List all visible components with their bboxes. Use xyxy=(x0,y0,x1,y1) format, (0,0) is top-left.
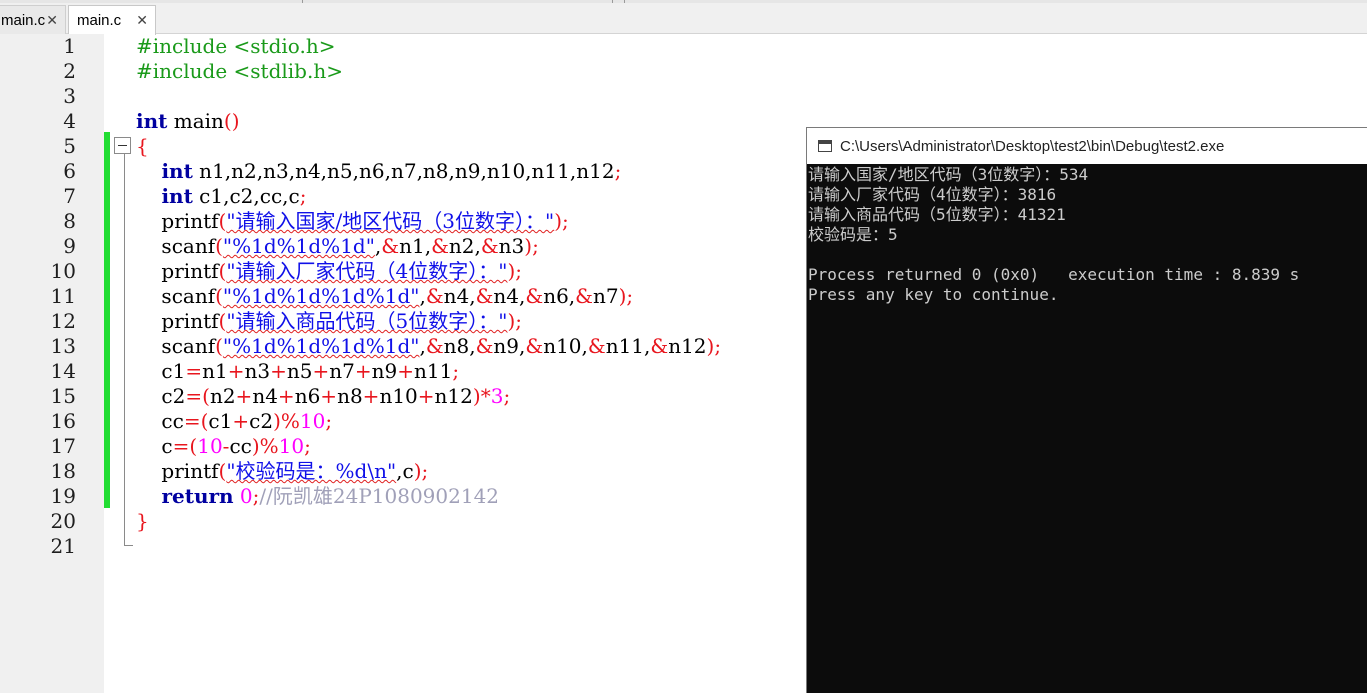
tab-label: main.c xyxy=(77,12,122,29)
line-number: 19 xyxy=(50,484,76,508)
code-line[interactable]: #include <stdio.h> xyxy=(136,34,335,59)
console-line: 请输入厂家代码（4位数字）：3816 xyxy=(808,185,1057,204)
line-number: 8 xyxy=(63,209,76,233)
console-app-icon xyxy=(818,140,832,152)
code-line[interactable]: printf("请输入厂家代码（4位数字）："); xyxy=(136,259,522,284)
top-strip-divider xyxy=(612,0,613,3)
line-number: 6 xyxy=(63,159,76,183)
close-icon[interactable]: ✕ xyxy=(46,12,58,29)
code-line[interactable]: scanf("%1d%1d%1d%1d",&n8,&n9,&n10,&n11,&… xyxy=(136,334,721,359)
code-line[interactable]: } xyxy=(136,509,149,534)
line-number: 4 xyxy=(63,109,76,133)
line-number: 10 xyxy=(50,259,76,283)
code-line[interactable]: { xyxy=(136,134,149,159)
line-number: 14 xyxy=(50,359,76,383)
code-line[interactable]: int n1,n2,n3,n4,n5,n6,n7,n8,n9,n10,n11,n… xyxy=(136,159,621,184)
line-number: 21 xyxy=(50,534,76,558)
code-line[interactable]: printf("请输入国家/地区代码（3位数字）："); xyxy=(136,209,568,234)
top-strip-divider xyxy=(302,0,303,3)
console-title-bar[interactable]: C:\Users\Administrator\Desktop\test2\bin… xyxy=(807,128,1367,164)
console-title: C:\Users\Administrator\Desktop\test2\bin… xyxy=(840,137,1225,155)
code-line[interactable]: int main() xyxy=(136,109,240,134)
line-number: 1 xyxy=(63,34,76,58)
console-window[interactable]: C:\Users\Administrator\Desktop\test2\bin… xyxy=(806,127,1367,693)
editor-tab-bar: main.c ✕ main.c ✕ xyxy=(0,0,1367,35)
line-number: 16 xyxy=(50,409,76,433)
line-number: 17 xyxy=(50,434,76,458)
line-number: 2 xyxy=(63,59,76,83)
tab-main-c-2[interactable]: main.c ✕ xyxy=(68,5,156,35)
line-number: 13 xyxy=(50,334,76,358)
fold-collapse-icon[interactable] xyxy=(114,137,131,154)
fold-guide-end xyxy=(124,545,133,546)
code-line[interactable]: return 0;//阮凯雄24P1080902142 xyxy=(136,484,499,509)
code-line[interactable]: #include <stdlib.h> xyxy=(136,59,343,84)
code-line[interactable]: int c1,c2,cc,c; xyxy=(136,184,306,209)
line-number: 7 xyxy=(63,184,76,208)
code-line[interactable]: printf("校验码是：%d\n",c); xyxy=(136,459,428,484)
tab-label: main.c xyxy=(1,11,46,29)
console-line: 校验码是：5 xyxy=(808,225,898,244)
tab-bar-top-strip xyxy=(0,0,1367,3)
code-line[interactable]: c=(10-cc)%10; xyxy=(136,434,310,459)
code-line[interactable]: scanf("%1d%1d%1d%1d",&n4,&n4,&n6,&n7); xyxy=(136,284,633,309)
console-line: 请输入国家/地区代码（3位数字）：534 xyxy=(808,165,1089,184)
top-strip-divider xyxy=(624,0,625,3)
line-number: 11 xyxy=(50,284,76,308)
modified-lines-marker xyxy=(104,132,110,508)
code-line[interactable]: scanf("%1d%1d%1d",&n1,&n2,&n3); xyxy=(136,234,538,259)
line-number-gutter: 1 2 3 4 5 6 7 8 9 10 11 12 13 14 15 16 17 18 19 20 21 xyxy=(0,34,104,693)
console-line: Process returned 0 (0x0) execution time … xyxy=(808,265,1300,284)
line-number: 3 xyxy=(63,84,76,108)
line-number: 9 xyxy=(63,234,76,258)
fold-guide-line xyxy=(124,146,125,546)
code-line[interactable]: printf("请输入商品代码（5位数字）："); xyxy=(136,309,522,334)
line-number: 15 xyxy=(50,384,76,408)
line-number: 5 xyxy=(63,134,76,158)
code-line[interactable]: cc=(c1+c2)%10; xyxy=(136,409,332,434)
console-line: Press any key to continue. xyxy=(808,285,1059,304)
tab-main-c-1[interactable]: main.c ✕ xyxy=(0,5,66,34)
code-line[interactable]: c1=n1+n3+n5+n7+n9+n11; xyxy=(136,359,459,384)
line-number: 18 xyxy=(50,459,76,483)
line-number: 20 xyxy=(50,509,76,533)
close-icon[interactable]: ✕ xyxy=(136,12,148,29)
code-line[interactable]: c2=(n2+n4+n6+n8+n10+n12)*3; xyxy=(136,384,510,409)
console-line: 请输入商品代码（5位数字）：41321 xyxy=(808,205,1066,224)
line-number: 12 xyxy=(50,309,76,333)
